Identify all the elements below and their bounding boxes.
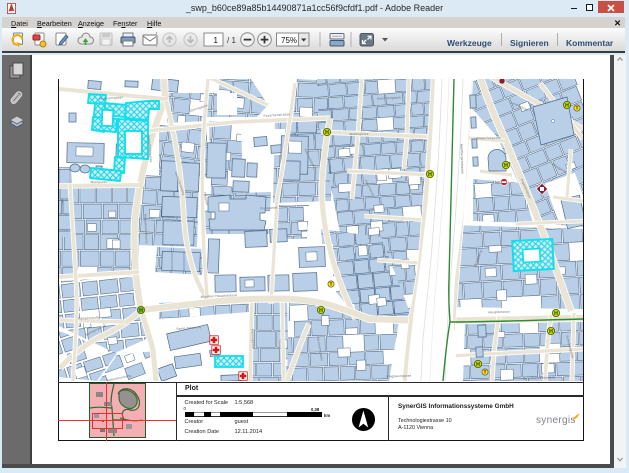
- svg-text:T: T: [576, 106, 579, 111]
- svg-text:Waltergasse: Waltergasse: [349, 132, 368, 136]
- svg-text:T: T: [330, 282, 333, 287]
- svg-text:H: H: [428, 172, 432, 178]
- svg-text:H: H: [549, 329, 553, 335]
- svg-text:1: 1: [214, 36, 219, 45]
- svg-text:H: H: [504, 163, 508, 169]
- svg-text:Mayerhofgasse: Mayerhofgasse: [477, 136, 501, 140]
- svg-text:H: H: [139, 308, 143, 314]
- svg-text:H: H: [325, 130, 329, 136]
- svg-text:H: H: [554, 311, 558, 317]
- svg-text:T: T: [484, 370, 487, 375]
- svg-text:H: H: [476, 362, 480, 368]
- svg-text:Muhlgasse: Muhlgasse: [91, 180, 108, 184]
- svg-text:H: H: [319, 308, 323, 314]
- svg-text:Hauptstrasse: Hauptstrasse: [488, 310, 510, 315]
- svg-text:H: H: [565, 103, 569, 109]
- svg-text:/ 1: / 1: [227, 36, 236, 45]
- svg-text:75%: 75%: [281, 36, 297, 45]
